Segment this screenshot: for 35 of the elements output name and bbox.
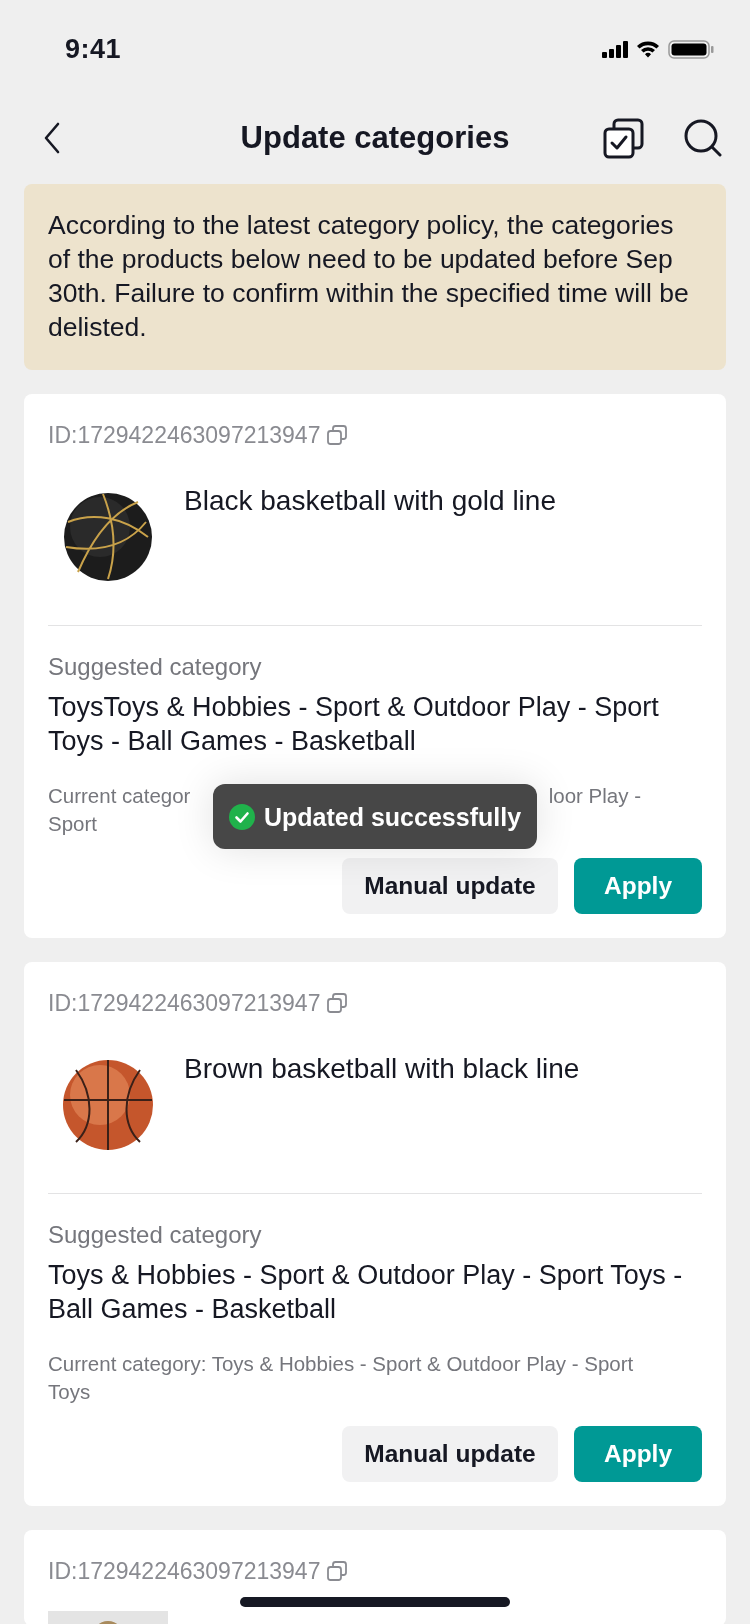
current-category: loor Play - [548, 783, 641, 809]
copy-button[interactable] [326, 1560, 349, 1582]
product-title: Brown basketball with black line [184, 1052, 580, 1086]
suggested-category: Toys & Hobbies - Sport & Outdoor Play - Sport Toys - Ball Games - Basketball [48, 1259, 684, 1326]
toast-text: Updated successfully [264, 802, 522, 831]
copy-button[interactable] [326, 424, 349, 446]
notice-text: According to the latest category policy, the categories of the products below need to be updated before Sep 30th. Failure to confirm within the specified time will be delisted. [48, 209, 690, 344]
copy-icon [326, 1560, 349, 1582]
signal-icon [602, 40, 628, 58]
status-time: 9:41 [65, 33, 122, 65]
current-category: Sport [48, 811, 97, 837]
apply-button[interactable]: Apply [574, 1426, 702, 1482]
product-id: ID:1729422463097213947 [48, 989, 321, 1017]
copy-button[interactable] [326, 992, 349, 1014]
success-icon [229, 803, 255, 830]
suggested-category: ToysToys & Hobbies - Sport & Outdoor Play - Sport Toys - Ball Games - Basketball [48, 691, 660, 758]
manual-update-button[interactable]: Manual update [342, 1426, 558, 1482]
battery-icon [668, 39, 714, 59]
current-category: Current category: Toys & Hobbies - Sport & Outdoor Play - Sport Toys [48, 1351, 635, 1405]
checkbox-stack-icon [603, 117, 644, 159]
page-title: Update categories [240, 120, 510, 156]
product-title: Black basketball with gold line [184, 484, 556, 518]
product-id: ID:1729422463097213947 [48, 1557, 321, 1585]
wifi-icon [636, 40, 660, 58]
manual-update-button[interactable]: Manual update [342, 858, 558, 914]
copy-icon [326, 424, 349, 446]
search-icon [684, 119, 722, 157]
product-id: ID:1729422463097213947 [48, 421, 321, 449]
current-category: Current categor [48, 783, 191, 809]
suggested-label: Suggested category [48, 1220, 263, 1250]
copy-icon [326, 992, 349, 1014]
search-button[interactable] [684, 119, 722, 157]
multi-select-button[interactable] [603, 117, 644, 159]
suggested-label: Suggested category [48, 652, 263, 682]
apply-button[interactable]: Apply [574, 858, 702, 914]
